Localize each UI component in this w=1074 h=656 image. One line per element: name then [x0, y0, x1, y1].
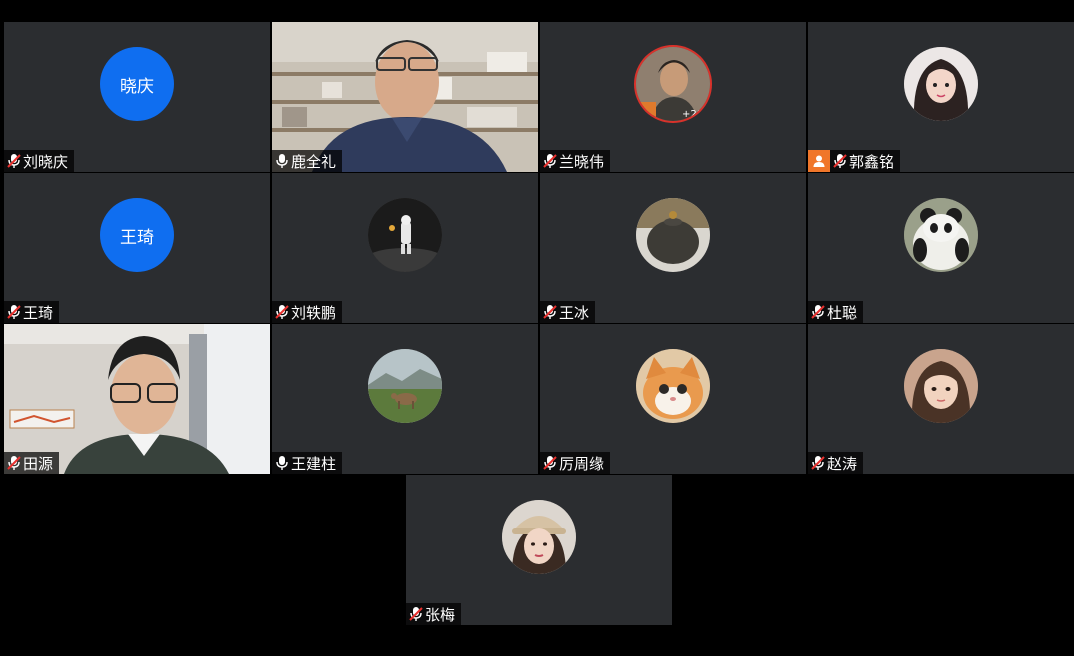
name-tag: 刘晓庆: [4, 150, 75, 172]
name-tag: 王琦: [4, 301, 60, 323]
mic-muted-icon: [811, 455, 825, 471]
participant-name: 王建柱: [291, 454, 337, 473]
avatar: [368, 349, 442, 423]
participant-tile-1[interactable]: 晓庆 刘晓庆: [4, 22, 270, 172]
participant-tile-8[interactable]: 杜聪: [808, 173, 1074, 323]
name-tag: 鹿全礼: [272, 150, 343, 172]
participant-tile-4[interactable]: 郭鑫铭: [808, 22, 1074, 172]
name-tag: 兰晓伟: [540, 150, 611, 172]
participant-name: 田源: [23, 454, 54, 473]
mic-muted-icon: [543, 153, 557, 169]
name-tag: 杜聪: [808, 301, 864, 323]
participant-name: 杜聪: [827, 303, 858, 322]
avatar: 王琦: [100, 198, 174, 272]
participant-name: 郭鑫铭: [849, 152, 895, 171]
name-tag: 厉周缘: [540, 452, 611, 474]
participant-tile-12[interactable]: 赵涛: [808, 324, 1074, 474]
mic-muted-icon: [811, 304, 825, 320]
avatar: +20: [636, 47, 710, 121]
participant-tile-11[interactable]: 厉周缘: [540, 324, 806, 474]
name-tag: 王建柱: [272, 452, 343, 474]
mic-muted-icon: [7, 304, 21, 320]
avatar: [904, 198, 978, 272]
participant-tile-7[interactable]: 王冰: [540, 173, 806, 323]
mic-muted-icon: [833, 153, 847, 169]
avatar: [502, 500, 576, 574]
name-tag: 王冰: [540, 301, 596, 323]
mic-muted-icon: [275, 304, 289, 320]
participant-name: 刘晓庆: [23, 152, 69, 171]
participant-tile-5[interactable]: 王琦 王琦: [4, 173, 270, 323]
mic-muted-icon: [409, 606, 423, 622]
name-tag: 赵涛: [808, 452, 864, 474]
mic-muted-icon: [7, 153, 21, 169]
mic-muted-icon: [7, 455, 21, 471]
name-tag: 郭鑫铭: [808, 150, 901, 172]
svg-text:+20: +20: [682, 109, 703, 120]
participant-tile-13[interactable]: 张梅: [406, 475, 672, 625]
avatar: [636, 198, 710, 272]
avatar: [904, 47, 978, 121]
participant-tile-2[interactable]: 鹿全礼: [272, 22, 538, 172]
participant-tile-10[interactable]: 王建柱: [272, 324, 538, 474]
avatar: [904, 349, 978, 423]
name-tag: 田源: [4, 452, 60, 474]
participant-name: 兰晓伟: [559, 152, 605, 171]
avatar: [636, 349, 710, 423]
mic-icon: [275, 153, 289, 169]
name-tag: 刘轶鹏: [272, 301, 343, 323]
mic-muted-icon: [543, 304, 557, 320]
mic-icon: [275, 455, 289, 471]
participant-name: 王琦: [23, 303, 54, 322]
participant-name: 张梅: [425, 605, 456, 624]
participant-tile-6[interactable]: 刘轶鹏: [272, 173, 538, 323]
name-tag: 张梅: [406, 603, 462, 625]
participant-name: 鹿全礼: [291, 152, 337, 171]
participant-name: 刘轶鹏: [291, 303, 337, 322]
host-person-icon: [808, 150, 830, 172]
participant-name: 王冰: [559, 303, 590, 322]
participant-name: 厉周缘: [559, 454, 605, 473]
mic-muted-icon: [543, 455, 557, 471]
avatar: 晓庆: [100, 47, 174, 121]
avatar: [368, 198, 442, 272]
participant-name: 赵涛: [827, 454, 858, 473]
participant-tile-3[interactable]: +20 兰晓伟: [540, 22, 806, 172]
participant-tile-9[interactable]: 田源: [4, 324, 270, 474]
